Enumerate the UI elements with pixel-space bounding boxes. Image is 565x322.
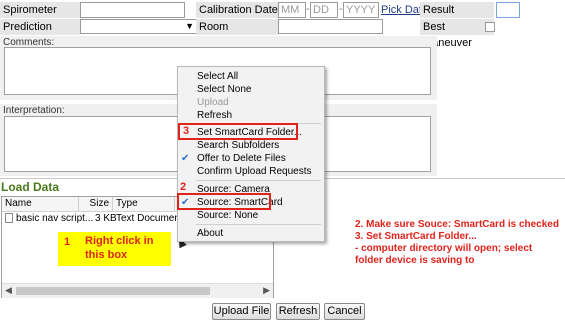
menu-item-select-all[interactable]: Select All bbox=[178, 70, 324, 83]
result-label: Result bbox=[420, 2, 494, 18]
menu-item-offer-to-delete[interactable]: ✔ Offer to Delete Files bbox=[178, 152, 324, 165]
instruction-line-1: 2. Make sure Souce: SmartCard is checked bbox=[355, 219, 559, 230]
highlight-set-smartcard-folder bbox=[178, 123, 298, 140]
instructions: 2. Make sure Souce: SmartCard is checked… bbox=[355, 219, 559, 267]
instruction-line-2: 3. Set SmartCard Folder... bbox=[355, 231, 477, 242]
scrollbar-thumb[interactable] bbox=[16, 287, 210, 295]
chevron-down-icon: ▼ bbox=[185, 21, 194, 31]
step-2-number: 2 bbox=[180, 181, 187, 193]
prediction-method-select[interactable]: ▼ bbox=[80, 19, 197, 34]
calibration-day-input[interactable]: DD bbox=[310, 2, 338, 18]
load-data-title: Load Data bbox=[1, 180, 60, 194]
menu-item-search-subfolders[interactable]: Search Subfolders bbox=[178, 139, 324, 152]
highlight-source-smartcard bbox=[177, 193, 271, 210]
prediction-method-label: Prediction Method bbox=[0, 19, 80, 49]
room-temperature-input[interactable] bbox=[278, 19, 383, 34]
interpretation-label: Interpretation: bbox=[3, 105, 65, 116]
horizontal-scrollbar[interactable]: ◀ ▶ bbox=[2, 283, 273, 298]
instruction-line-4: folder device is saving to bbox=[355, 255, 475, 266]
room-temperature-label: Room Temperature bbox=[196, 19, 278, 49]
right-click-callout: 1 Right click in this box bbox=[58, 232, 171, 266]
menu-item-about[interactable]: About bbox=[178, 227, 324, 240]
calibration-month-input[interactable]: MM bbox=[278, 2, 306, 18]
menu-separator bbox=[196, 180, 321, 181]
file-name: basic nav script... bbox=[16, 213, 94, 224]
file-type: Text Document bbox=[116, 213, 183, 224]
best-maneuver-checkbox[interactable] bbox=[485, 22, 495, 32]
callout-text-line2: this box bbox=[85, 249, 128, 261]
cancel-button[interactable]: Cancel bbox=[324, 303, 365, 320]
text-file-icon bbox=[5, 213, 13, 223]
check-icon: ✔ bbox=[181, 153, 190, 164]
column-header-name[interactable]: Name bbox=[2, 197, 79, 211]
column-header-size[interactable]: Size bbox=[79, 197, 113, 211]
best-maneuver-label: Best Maneuver bbox=[420, 19, 494, 49]
calibration-date-label: Calibration Date bbox=[196, 2, 278, 18]
result-input[interactable] bbox=[496, 2, 520, 18]
column-header-type[interactable]: Type bbox=[113, 197, 175, 211]
menu-item-source-none[interactable]: Source: None bbox=[178, 209, 324, 222]
menu-item-select-none[interactable]: Select None bbox=[178, 83, 324, 96]
callout-number: 1 bbox=[64, 236, 71, 248]
menu-item-confirm-upload[interactable]: Confirm Upload Requests bbox=[178, 165, 324, 178]
spirometer-label: Spirometer bbox=[0, 2, 80, 18]
refresh-button[interactable]: Refresh bbox=[276, 303, 320, 320]
calibration-year-input[interactable]: YYYY bbox=[343, 2, 379, 18]
callout-text-line1: Right click in bbox=[85, 235, 154, 247]
context-menu: Select All Select None Upload Refresh Se… bbox=[177, 66, 325, 242]
scroll-left-icon[interactable]: ◀ bbox=[5, 285, 12, 296]
menu-item-label: Offer to Delete Files bbox=[197, 153, 286, 164]
instruction-line-3: - computer directory will open; select bbox=[355, 243, 533, 254]
file-size: 3 KB bbox=[95, 213, 117, 224]
menu-separator bbox=[196, 224, 321, 225]
spirometer-input[interactable] bbox=[80, 2, 185, 18]
upload-file-button[interactable]: Upload File bbox=[212, 303, 271, 320]
scroll-right-icon[interactable]: ▶ bbox=[263, 285, 270, 296]
menu-item-refresh[interactable]: Refresh bbox=[178, 109, 324, 122]
menu-item-upload[interactable]: Upload bbox=[178, 96, 324, 109]
